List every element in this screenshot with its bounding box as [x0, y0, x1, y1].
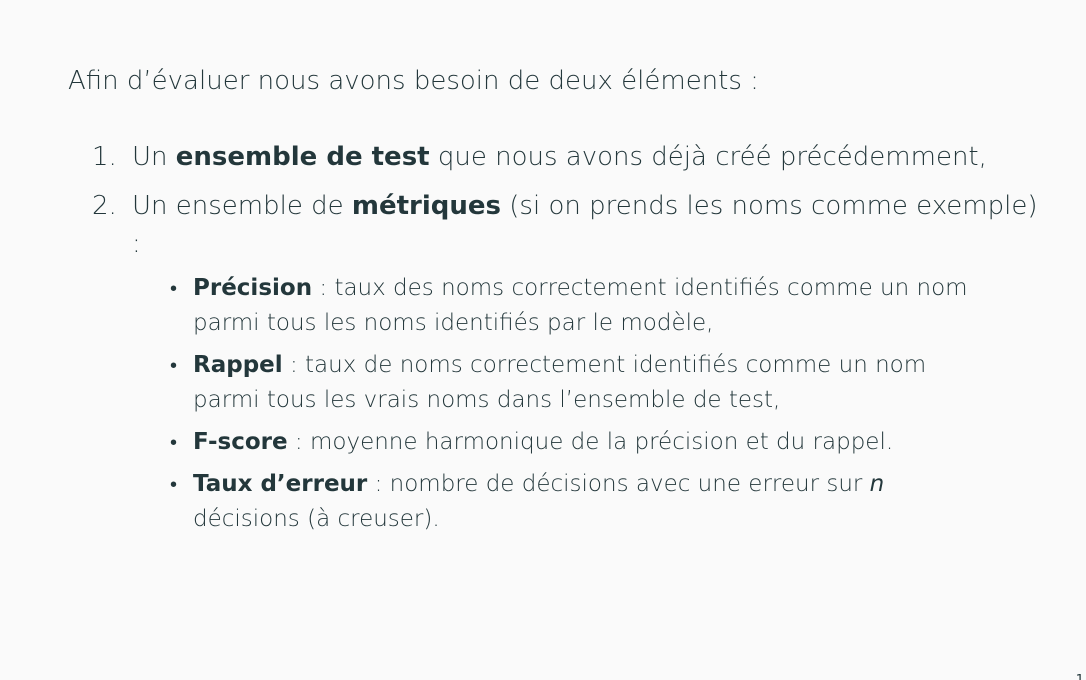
- bullet-icon: •: [170, 472, 178, 496]
- numbered-list: 1. Un ensemble de test que nous avons dé…: [92, 138, 1042, 548]
- metric-term: Taux d’erreur: [193, 471, 368, 497]
- metric-description-end: décisions (à creuser).: [193, 506, 440, 532]
- text-segment: Un: [132, 142, 176, 172]
- list-item-text: Un ensemble de test que nous avons déjà …: [132, 138, 1042, 176]
- intro-text: Afin d’évaluer nous avons besoin de deux…: [68, 66, 759, 96]
- metric-description: : taux de noms correctement identifiés c…: [193, 352, 927, 413]
- list-number: 1.: [92, 142, 117, 172]
- bullet-icon: •: [170, 430, 178, 454]
- page-number: 1: [1076, 674, 1084, 680]
- slide: Afin d’évaluer nous avons besoin de deux…: [0, 0, 1086, 680]
- metrics-list: • Précision : taux des noms correctement…: [132, 271, 992, 537]
- bullet-icon: •: [170, 353, 178, 377]
- metric-item-taux-erreur: • Taux d’erreur : nombre de décisions av…: [170, 467, 992, 537]
- text-segment: que nous avons déjà créé précédemment,: [429, 142, 987, 172]
- bold-term: métriques: [351, 191, 501, 221]
- list-item-text: Un ensemble de métriques (si on prends l…: [132, 187, 1042, 263]
- metric-description: : moyenne harmonique de la précision et …: [287, 429, 894, 455]
- metric-description: : nombre de décisions avec une erreur su…: [367, 471, 870, 497]
- list-item-2: 2. Un ensemble de métriques (si on prend…: [92, 187, 1042, 537]
- metric-term: F-score: [193, 429, 288, 455]
- bold-term: ensemble de test: [175, 142, 430, 172]
- metric-term: Rappel: [193, 352, 283, 378]
- metric-item-fscore: • F-score : moyenne harmonique de la pré…: [170, 425, 992, 460]
- list-item-1: 1. Un ensemble de test que nous avons dé…: [92, 138, 1042, 176]
- text-segment: Un ensemble de: [132, 191, 352, 221]
- italic-variable: n: [869, 471, 885, 497]
- list-number: 2.: [92, 191, 117, 221]
- bullet-icon: •: [170, 276, 178, 300]
- metric-item-precision: • Précision : taux des noms correctement…: [170, 271, 992, 341]
- metric-term: Précision: [193, 275, 313, 301]
- metric-item-rappel: • Rappel : taux de noms correctement ide…: [170, 348, 992, 418]
